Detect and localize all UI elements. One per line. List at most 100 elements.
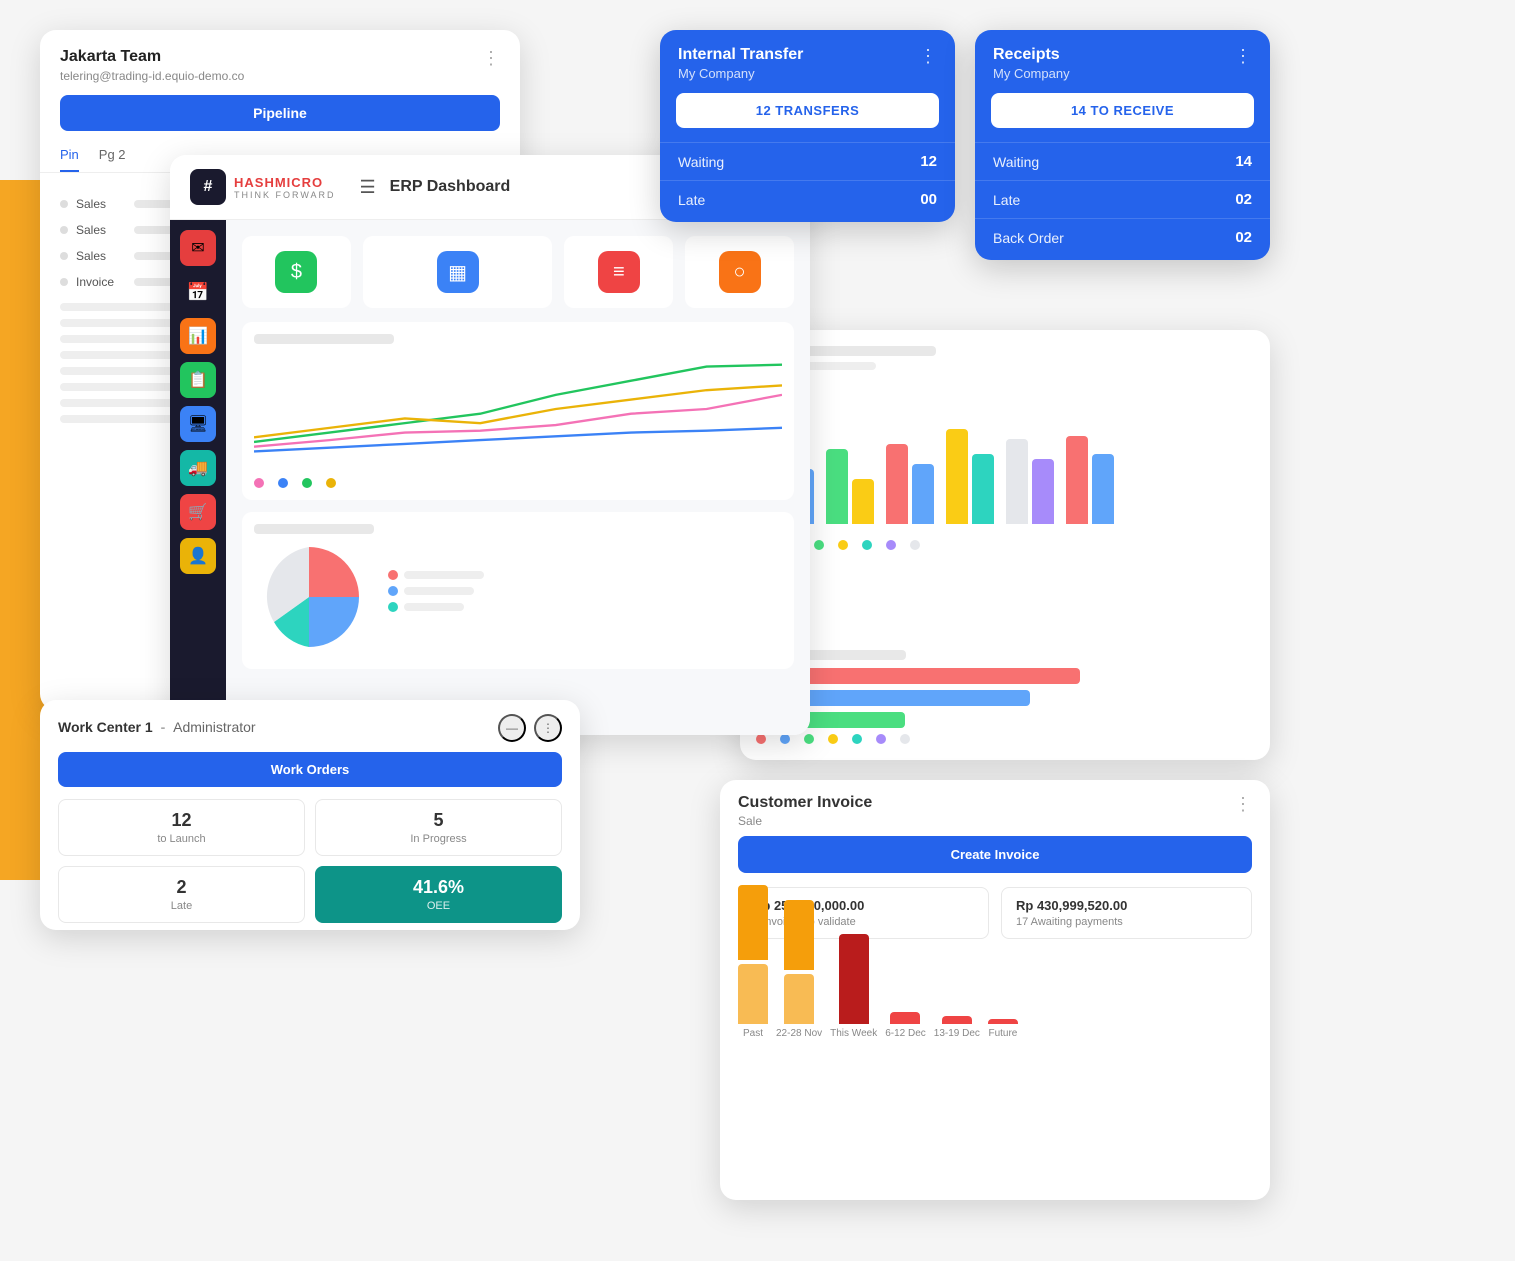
invoice-subtitle: Sale xyxy=(738,814,872,828)
chart-title-placeholder xyxy=(254,334,394,344)
receipts-menu[interactable]: ⋮ xyxy=(1234,46,1252,67)
legend-green xyxy=(302,478,312,488)
inv-bar-nov-bar2 xyxy=(784,974,814,1024)
hamburger-icon[interactable]: ☰ xyxy=(360,177,376,198)
line-chart-section xyxy=(242,322,794,500)
hbar-legend-yellow xyxy=(828,734,838,744)
jakarta-menu-dots[interactable]: ⋮ xyxy=(482,48,500,69)
receipts-waiting-label: Waiting xyxy=(993,154,1039,170)
invoice-header: Customer Invoice Sale ⋮ xyxy=(720,780,1270,836)
receipts-stat-backorder: Back Order 02 xyxy=(975,218,1270,256)
internal-transfer-subtitle: My Company xyxy=(678,66,803,81)
sidebar-icon-user[interactable]: 👤 xyxy=(180,538,216,574)
jakarta-nav-pg[interactable]: Pg 2 xyxy=(99,147,126,172)
amount-val-2: Rp 430,999,520.00 xyxy=(1016,898,1237,913)
internal-transfer-card: Internal Transfer My Company ⋮ 12 TRANSF… xyxy=(660,30,955,222)
hbar-row-2 xyxy=(756,690,1254,706)
pipeline-button[interactable]: Pipeline xyxy=(60,95,500,131)
brand-text: HASHMICRO THINK FORWARD xyxy=(234,175,336,200)
kpi-box-2: ▦ xyxy=(363,236,553,308)
inv-bar-nov: 22-28 Nov xyxy=(776,900,822,1039)
bar-chart-area xyxy=(756,384,1254,640)
work-center-card: Work Center 1 - Administrator — ⋮ Work O… xyxy=(40,700,580,930)
legend-blue xyxy=(278,478,288,488)
jakarta-email: telering@trading-id.equio-demo.co xyxy=(60,69,244,83)
legend-item-yellow xyxy=(838,540,848,550)
stat-num-launch: 12 xyxy=(73,810,290,831)
inv-bar-future-bar xyxy=(988,1019,1018,1024)
kpi-icon-bar: ▦ xyxy=(437,251,479,293)
create-invoice-button[interactable]: Create Invoice xyxy=(738,836,1252,873)
work-orders-button[interactable]: Work Orders xyxy=(58,752,562,787)
inv-label-dec1: 6-12 Dec xyxy=(885,1028,926,1039)
sidebar-icon-monitor[interactable]: 🖥 xyxy=(180,406,216,442)
stat-in-progress: 5 In Progress xyxy=(315,799,562,856)
hbar-legend xyxy=(756,734,1254,744)
legend-yellow xyxy=(326,478,336,488)
erp-body: ✉ 📅 📊 📋 🖥 🚚 🛒 👤 $ ▦ ≡ xyxy=(170,220,810,735)
bar-chart-legend xyxy=(756,532,1254,558)
internal-transfer-menu[interactable]: ⋮ xyxy=(919,46,937,67)
sidebar-icon-list[interactable]: 📋 xyxy=(180,362,216,398)
work-center-header: Work Center 1 - Administrator — ⋮ xyxy=(40,700,580,752)
wc-icon-collapse[interactable]: — xyxy=(498,714,526,742)
hbar-section xyxy=(756,650,1254,744)
sidebar-icon-chart[interactable]: 📊 xyxy=(180,318,216,354)
kpi-box-3: ≡ xyxy=(564,236,673,308)
bar-group-6 xyxy=(1066,436,1114,524)
hash-symbol: # xyxy=(204,178,213,196)
pie-title-placeholder xyxy=(254,524,374,534)
legend-item-3 xyxy=(388,602,484,612)
bar-blue-6 xyxy=(1092,454,1114,524)
stat-to-launch: 12 to Launch xyxy=(58,799,305,856)
legend-item-1 xyxy=(388,570,484,580)
kpi-row: $ ▦ ≡ ○ xyxy=(242,236,794,308)
kpi-icon-dollar: $ xyxy=(275,251,317,293)
list-label: Sales xyxy=(76,249,126,263)
sidebar-icon-mail[interactable]: ✉ xyxy=(180,230,216,266)
stat-late: 2 Late xyxy=(58,866,305,923)
internal-transfer-header: Internal Transfer My Company ⋮ xyxy=(660,30,955,93)
bars-container xyxy=(756,394,1254,524)
hashmicro-logo: # HASHMICRO THINK FORWARD xyxy=(190,169,336,205)
wc-icons: — ⋮ xyxy=(498,714,562,742)
hbar-legend-green xyxy=(804,734,814,744)
receipts-subtitle: My Company xyxy=(993,66,1070,81)
hash-icon: # xyxy=(190,169,226,205)
wc-icon-menu[interactable]: ⋮ xyxy=(534,714,562,742)
legend-item-gray xyxy=(910,540,920,550)
erp-main-content: $ ▦ ≡ ○ xyxy=(226,220,810,735)
internal-stat-waiting: Waiting 12 xyxy=(660,142,955,180)
inv-bar-past: Past xyxy=(738,885,768,1039)
backorder-value: 02 xyxy=(1235,229,1252,246)
transfers-button[interactable]: 12 TRANSFERS xyxy=(676,93,939,128)
receive-button[interactable]: 14 TO RECEIVE xyxy=(991,93,1254,128)
inv-bar-nov-bar xyxy=(784,900,814,970)
late-label: Late xyxy=(678,192,705,208)
stat-label-launch: to Launch xyxy=(73,833,290,845)
late-value: 00 xyxy=(920,191,937,208)
brand-tagline: THINK FORWARD xyxy=(234,190,336,200)
invoice-menu-dots[interactable]: ⋮ xyxy=(1234,794,1252,815)
kpi-box-1: $ xyxy=(242,236,351,308)
barchart-inner xyxy=(740,330,1270,760)
receipts-card: Receipts My Company ⋮ 14 TO RECEIVE Wait… xyxy=(975,30,1270,260)
bar-yellow-2 xyxy=(852,479,874,524)
inv-label-nov: 22-28 Nov xyxy=(776,1028,822,1039)
bar-group-5 xyxy=(1006,439,1054,524)
bar-green-2 xyxy=(826,449,848,524)
jakarta-nav-pin[interactable]: Pin xyxy=(60,147,79,172)
inv-bar-past-bar xyxy=(738,885,768,960)
erp-sidebar: ✉ 📅 📊 📋 🖥 🚚 🛒 👤 xyxy=(170,220,226,735)
legend-item-green xyxy=(814,540,824,550)
stat-label-progress: In Progress xyxy=(330,833,547,845)
bar-purple-5 xyxy=(1032,459,1054,524)
inv-bar-thisweek: This Week xyxy=(830,934,877,1039)
legend-pink xyxy=(254,478,264,488)
pie-chart-svg xyxy=(254,542,364,652)
work-center-title: Work Center 1 - Administrator xyxy=(58,719,256,735)
sidebar-icon-calendar[interactable]: 📅 xyxy=(180,274,216,310)
sidebar-icon-cart[interactable]: 🛒 xyxy=(180,494,216,530)
sidebar-icon-truck[interactable]: 🚚 xyxy=(180,450,216,486)
hbar-legend-red xyxy=(756,734,766,744)
